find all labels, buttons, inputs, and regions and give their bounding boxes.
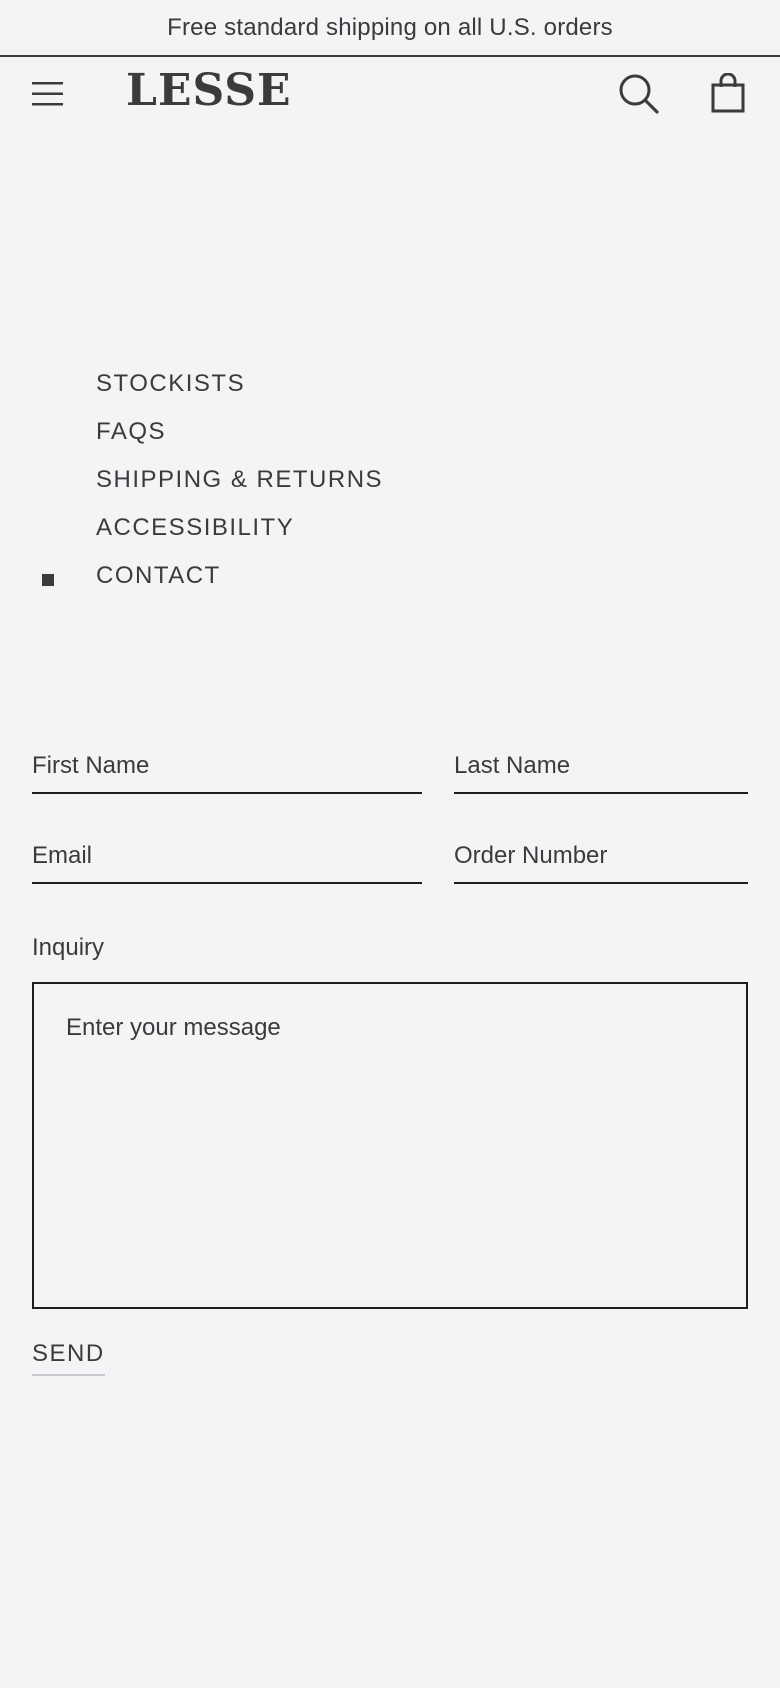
- subnav-item-stockists[interactable]: STOCKISTS: [0, 360, 780, 408]
- send-button[interactable]: SEND: [32, 1340, 105, 1376]
- shopping-bag-icon[interactable]: [711, 72, 745, 113]
- subnav-item-label: ACCESSIBILITY: [96, 514, 295, 541]
- first-name-field[interactable]: [32, 752, 422, 780]
- email-field-wrapper: [32, 838, 422, 884]
- hamburger-menu-icon[interactable]: [30, 79, 66, 109]
- site-header: LESSE: [0, 57, 780, 137]
- last-name-field-wrapper: [454, 748, 748, 794]
- info-subnav: STOCKISTS FAQS SHIPPING & RETURNS ACCESS…: [0, 360, 780, 600]
- announcement-text: Free standard shipping on all U.S. order…: [167, 13, 613, 41]
- message-field[interactable]: [34, 984, 746, 1307]
- search-icon[interactable]: [617, 72, 661, 116]
- subnav-item-label: FAQS: [96, 418, 167, 445]
- site-logo[interactable]: LESSE: [126, 65, 292, 116]
- order-number-field-wrapper: [454, 838, 748, 884]
- order-number-field[interactable]: [454, 842, 748, 870]
- active-indicator-icon: [42, 574, 54, 586]
- email-field[interactable]: [32, 842, 422, 870]
- last-name-field[interactable]: [454, 752, 748, 780]
- subnav-item-label: STOCKISTS: [96, 370, 246, 397]
- first-name-field-wrapper: [32, 748, 422, 794]
- subnav-item-label: CONTACT: [96, 562, 221, 589]
- message-field-wrapper: [32, 982, 748, 1309]
- subnav-item-faqs[interactable]: FAQS: [0, 408, 780, 456]
- subnav-item-accessibility[interactable]: ACCESSIBILITY: [0, 504, 780, 552]
- subnav-item-shipping-returns[interactable]: SHIPPING & RETURNS: [0, 456, 780, 504]
- subnav-item-label: SHIPPING & RETURNS: [96, 466, 384, 493]
- announcement-bar: Free standard shipping on all U.S. order…: [0, 0, 780, 57]
- inquiry-label: Inquiry: [32, 934, 105, 961]
- subnav-item-contact[interactable]: CONTACT: [0, 552, 780, 600]
